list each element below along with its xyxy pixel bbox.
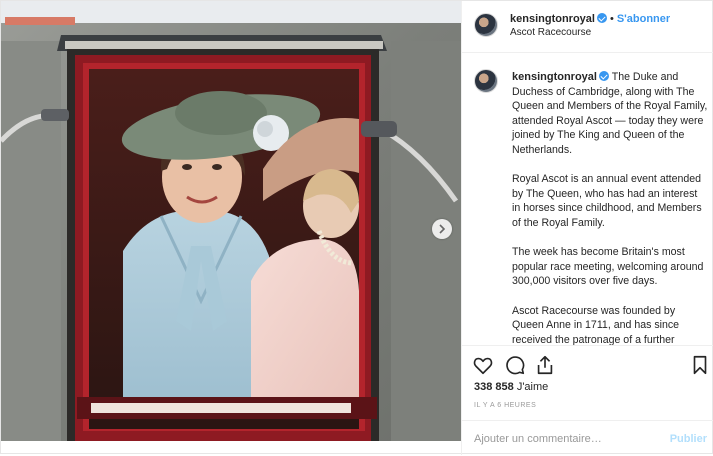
chevron-right-icon bbox=[439, 224, 446, 234]
publish-button[interactable]: Publier bbox=[670, 433, 707, 445]
caption-paragraph-3: The week has become Britain's most popul… bbox=[512, 246, 704, 288]
carriage-photo bbox=[1, 1, 461, 441]
instagram-post: kensingtonroyal • S'abonner Ascot Racecour… bbox=[0, 0, 713, 455]
comment-icon[interactable] bbox=[504, 354, 526, 376]
share-icon[interactable] bbox=[534, 354, 556, 376]
caption-paragraph-1: The Duke and Duchess of Cambridge, along… bbox=[512, 71, 708, 156]
separator-dot: • bbox=[609, 13, 614, 25]
verified-badge-icon bbox=[596, 13, 607, 23]
caption-username-link[interactable]: kensingtonroyal bbox=[512, 71, 597, 83]
caption-paragraph-4: Ascot Racecourse was founded by Queen An… bbox=[512, 304, 680, 346]
bookmark-icon[interactable] bbox=[689, 354, 711, 376]
username-link[interactable]: kensingtonroyal bbox=[510, 13, 595, 25]
post-timestamp[interactable]: IL Y A 6 HEURES bbox=[474, 402, 536, 409]
likes-count[interactable]: 338 858 J'aime bbox=[474, 381, 548, 393]
post-photo[interactable] bbox=[1, 1, 461, 441]
caption-paragraph: kensingtonroyal The Duke and Duchess of … bbox=[512, 70, 708, 158]
post-header: kensingtonroyal • S'abonner Ascot Racecour… bbox=[462, 1, 713, 53]
heart-icon[interactable] bbox=[472, 354, 494, 376]
avatar[interactable] bbox=[474, 13, 498, 37]
caption-area: kensingtonroyal The Duke and Duchess of … bbox=[462, 53, 713, 345]
likes-label: J'aime bbox=[516, 381, 549, 393]
comment-input[interactable] bbox=[474, 431, 659, 447]
likes-number: 338 858 bbox=[474, 381, 514, 393]
caption-paragraph-2: Royal Ascot is an annual event attended … bbox=[512, 173, 702, 229]
header-user-line: kensingtonroyal • S'abonner bbox=[510, 12, 670, 25]
caption-text: kensingtonroyal The Duke and Duchess of … bbox=[512, 70, 708, 345]
verified-badge-icon bbox=[598, 71, 609, 81]
comment-form: Publier bbox=[462, 420, 713, 456]
location-link[interactable]: Ascot Racecourse bbox=[510, 27, 591, 38]
next-photo-button[interactable] bbox=[432, 219, 452, 239]
action-bar: 338 858 J'aime IL Y A 6 HEURES Publier bbox=[462, 345, 713, 455]
follow-button[interactable]: S'abonner bbox=[617, 13, 670, 25]
post-sidebar: kensingtonroyal • S'abonner Ascot Racecour… bbox=[461, 1, 713, 455]
caption-avatar[interactable] bbox=[474, 69, 498, 93]
